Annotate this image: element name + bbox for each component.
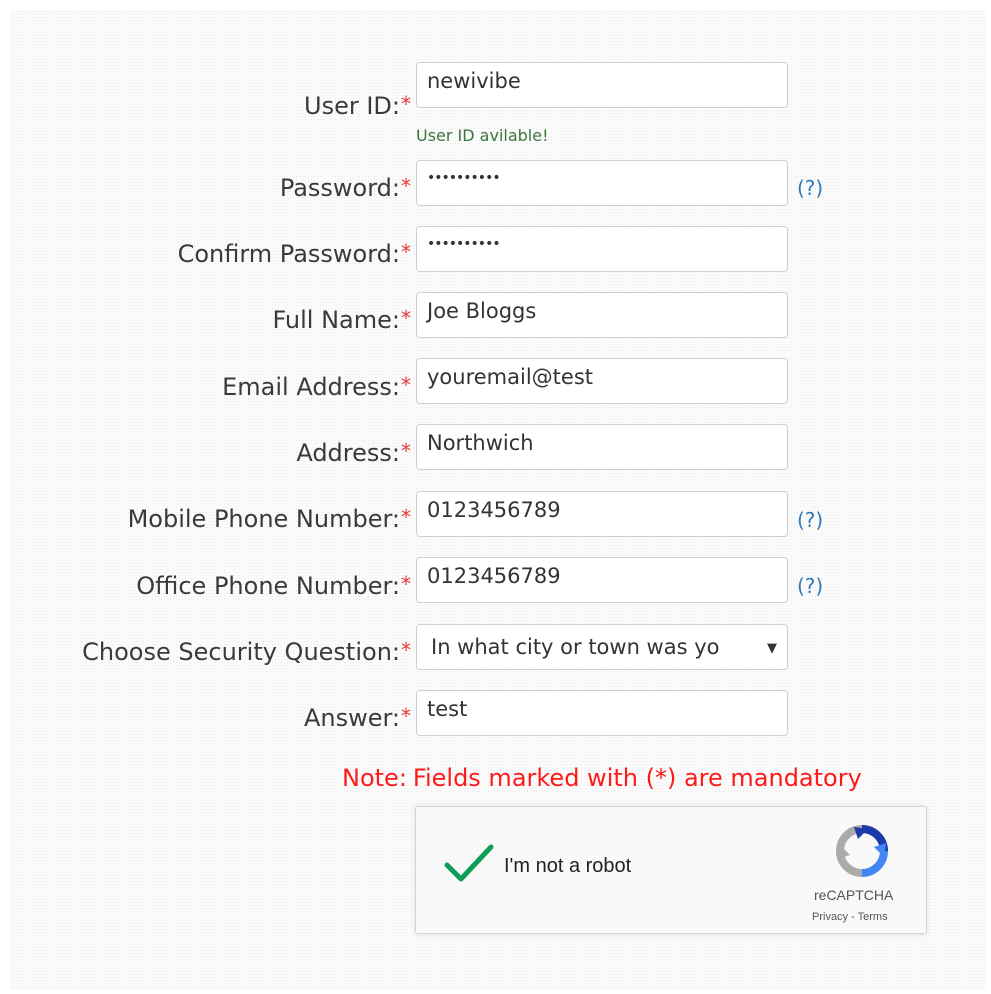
full-name-input[interactable]: Joe Bloggs (416, 292, 788, 338)
email-input[interactable]: youremail@test (416, 358, 788, 404)
user-id-label: User ID:* (304, 92, 411, 120)
confirm-password-label: Confirm Password:* (177, 240, 411, 268)
mobile-phone-input[interactable]: 0123456789 (416, 491, 788, 537)
password-label: Password:* (279, 174, 411, 202)
answer-input[interactable]: test (416, 690, 788, 736)
security-question-select[interactable]: In what city or town was yo ▼ (416, 624, 788, 670)
address-label: Address:* (296, 439, 411, 467)
terms-link[interactable]: Terms (858, 911, 888, 923)
security-question-label: Choose Security Question:* (82, 638, 411, 666)
user-id-input[interactable]: newivibe (416, 62, 788, 108)
checkmark-icon (444, 844, 494, 882)
link-separator: - (848, 911, 858, 923)
required-marker: * (401, 505, 411, 529)
email-label: Email Address:* (222, 373, 411, 401)
required-marker: * (401, 704, 411, 728)
office-phone-label: Office Phone Number:* (136, 572, 411, 600)
confirm-password-input[interactable]: •••••••••• (416, 226, 788, 272)
required-marker: * (401, 572, 411, 596)
recaptcha-label: I'm not a robot (504, 855, 632, 877)
office-phone-input[interactable]: 0123456789 (416, 557, 788, 603)
required-marker: * (401, 92, 411, 116)
full-name-label: Full Name:* (272, 306, 411, 334)
required-marker: * (401, 306, 411, 330)
mobile-phone-help-link[interactable]: (?) (797, 508, 823, 532)
mandatory-note: Note: Fields marked with (*) are mandator… (342, 764, 862, 792)
user-id-status: User ID avilable! (416, 126, 549, 145)
recaptcha-checkbox[interactable] (444, 843, 494, 883)
recaptcha-brand: reCAPTCHA (814, 887, 894, 903)
privacy-link[interactable]: Privacy (812, 911, 848, 923)
security-question-selected: In what city or town was yo (431, 635, 720, 659)
password-help-link[interactable]: (?) (797, 176, 823, 200)
recaptcha-links: Privacy - Terms (812, 911, 888, 923)
address-input[interactable]: Northwich (416, 424, 788, 470)
required-marker: * (401, 439, 411, 463)
note-prefix: Note: (342, 764, 407, 792)
chevron-down-icon: ▼ (767, 641, 777, 656)
password-input[interactable]: •••••••••• (416, 160, 788, 206)
mobile-phone-label: Mobile Phone Number:* (127, 505, 411, 533)
required-marker: * (401, 373, 411, 397)
required-marker: * (401, 638, 411, 662)
note-text: Fields marked with (*) are mandatory (412, 764, 862, 792)
office-phone-help-link[interactable]: (?) (797, 574, 823, 598)
recaptcha-widget: I'm not a robot reCAPTCHA Privacy - Term… (415, 806, 927, 934)
recaptcha-logo-icon (834, 823, 890, 879)
required-marker: * (401, 240, 411, 264)
answer-label: Answer:* (303, 704, 411, 732)
required-marker: * (401, 174, 411, 198)
